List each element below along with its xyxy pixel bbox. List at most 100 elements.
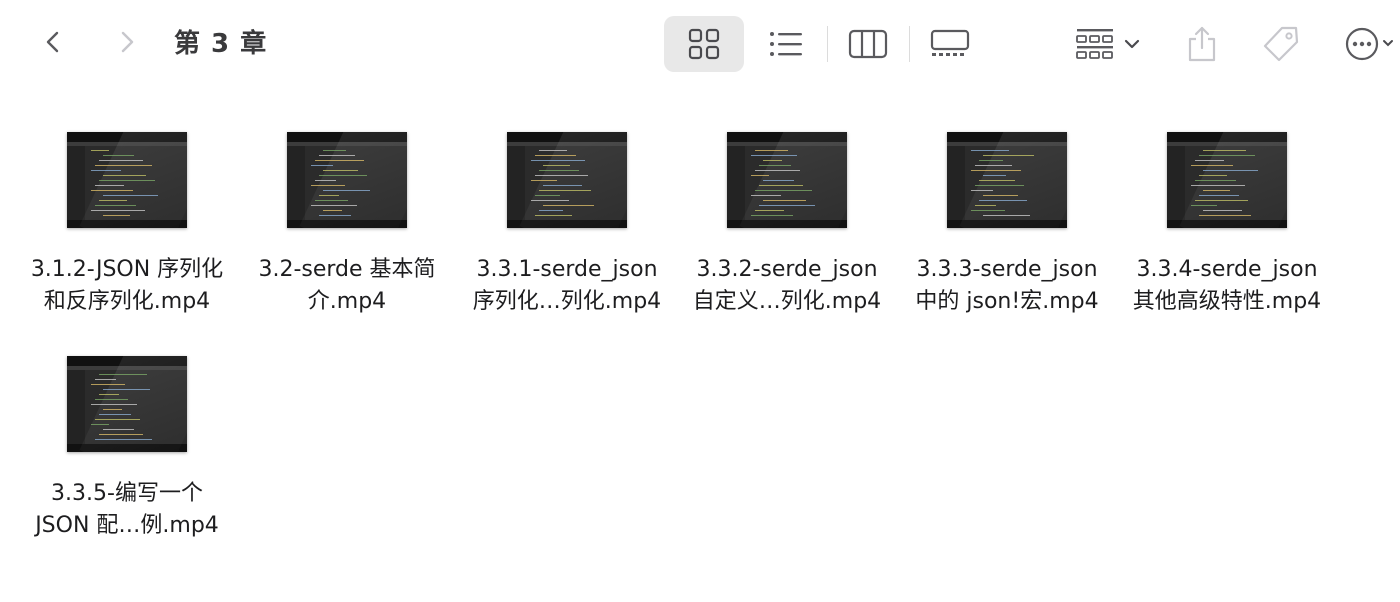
file-item[interactable]: 3.3.4-serde_json 其他高级特性.mp4 (1117, 120, 1337, 318)
code-line (91, 150, 109, 151)
code-line (311, 185, 345, 186)
video-thumbnail (507, 132, 627, 228)
tag-button[interactable] (1260, 16, 1302, 72)
code-line (755, 210, 784, 211)
code-line (751, 195, 781, 196)
file-item[interactable]: 3.3.5-编写一个 JSON 配…例.mp4 (17, 344, 237, 542)
window-title: 第 3 章 (174, 29, 268, 59)
code-line (539, 150, 567, 151)
code-line (1191, 185, 1245, 186)
code-line (319, 195, 339, 196)
code-line (763, 160, 782, 161)
more-button[interactable] (1344, 16, 1400, 72)
code-line (535, 175, 588, 176)
code-line (971, 170, 1021, 171)
code-line (1199, 175, 1227, 176)
column-view-icon (848, 29, 888, 59)
back-button[interactable] (34, 22, 74, 62)
code-line (1195, 160, 1224, 161)
group-by-button[interactable] (1070, 16, 1146, 72)
code-line (759, 185, 803, 186)
video-thumbnail (67, 356, 187, 452)
code-line (983, 195, 1018, 196)
code-line (99, 180, 155, 181)
code-line (95, 399, 128, 400)
code-line (531, 200, 569, 201)
code-line (95, 185, 124, 186)
file-name: 3.2-serde 基本简 介.mp4 (258, 257, 436, 314)
code-line (103, 175, 146, 176)
forward-button[interactable] (106, 22, 146, 62)
code-line (535, 155, 576, 156)
code-line (1195, 200, 1248, 201)
code-line (99, 160, 143, 161)
code-line (755, 190, 812, 191)
code-line (95, 439, 152, 440)
code-line (543, 165, 570, 166)
file-item[interactable]: 3.1.2-JSON 序列化 和反序列化.mp4 (17, 120, 237, 318)
code-line (751, 175, 769, 176)
gallery-view-icon (930, 29, 970, 56)
toolbar-divider (909, 26, 910, 62)
code-line (91, 190, 133, 191)
code-line (315, 160, 364, 161)
file-item[interactable]: 3.3.2-serde_json 自定义…列化.mp4 (677, 120, 897, 318)
code-line (311, 205, 357, 206)
icon-view-button[interactable] (664, 16, 744, 72)
gallery-view-button[interactable] (928, 16, 972, 72)
code-line (1199, 195, 1239, 196)
code-line (103, 195, 158, 196)
code-line (979, 200, 1027, 201)
toolbar: 第 3 章 (0, 0, 1400, 88)
video-thumbnail (947, 132, 1067, 228)
code-line (983, 155, 1034, 156)
share-button[interactable] (1182, 16, 1222, 72)
file-item[interactable]: 3.2-serde 基本简 介.mp4 (237, 120, 457, 318)
code-line (539, 190, 591, 191)
chevron-down-icon (1383, 40, 1393, 47)
code-line (103, 409, 122, 410)
code-line (975, 205, 996, 206)
code-line (543, 185, 582, 186)
code-line (1195, 180, 1236, 181)
list-view-button[interactable] (764, 16, 808, 72)
code-line (95, 165, 152, 166)
code-line (1203, 170, 1258, 171)
code-line (975, 165, 1012, 166)
share-icon (1188, 26, 1216, 62)
column-view-button[interactable] (846, 16, 890, 72)
code-line (759, 165, 791, 166)
code-line (99, 414, 131, 415)
file-item[interactable]: 3.3.3-serde_json 中的 json!宏.mp4 (897, 120, 1117, 318)
code-line (539, 210, 563, 211)
file-name: 3.3.4-serde_json 其他高级特性.mp4 (1132, 257, 1322, 314)
code-line (755, 150, 788, 151)
code-line (763, 200, 806, 201)
file-name: 3.3.5-编写一个 JSON 配…例.mp4 (35, 481, 219, 538)
code-line (91, 404, 137, 405)
file-item[interactable]: 3.3.1-serde_json 序列化…列化.mp4 (457, 120, 677, 318)
file-name: 3.3.3-serde_json 中的 json!宏.mp4 (915, 257, 1099, 314)
toolbar-divider (827, 26, 828, 62)
video-thumbnail (287, 132, 407, 228)
code-line (751, 155, 797, 156)
code-line (971, 150, 1009, 151)
file-name: 3.1.2-JSON 序列化 和反序列化.mp4 (30, 257, 224, 314)
code-line (1203, 210, 1242, 211)
tag-icon (1263, 26, 1299, 62)
code-line (95, 419, 140, 420)
code-line (99, 394, 119, 395)
code-line (983, 175, 1006, 176)
code-line (1199, 215, 1251, 216)
code-line (755, 170, 800, 171)
code-line (95, 205, 136, 206)
code-line (531, 180, 557, 181)
chevron-down-icon (1124, 39, 1140, 49)
file-name: 3.3.1-serde_json 序列化…列化.mp4 (472, 257, 662, 314)
code-line (751, 215, 793, 216)
video-thumbnail (727, 132, 847, 228)
code-line (95, 379, 116, 380)
code-line (1203, 150, 1246, 151)
code-line (91, 170, 121, 171)
code-line (319, 155, 355, 156)
